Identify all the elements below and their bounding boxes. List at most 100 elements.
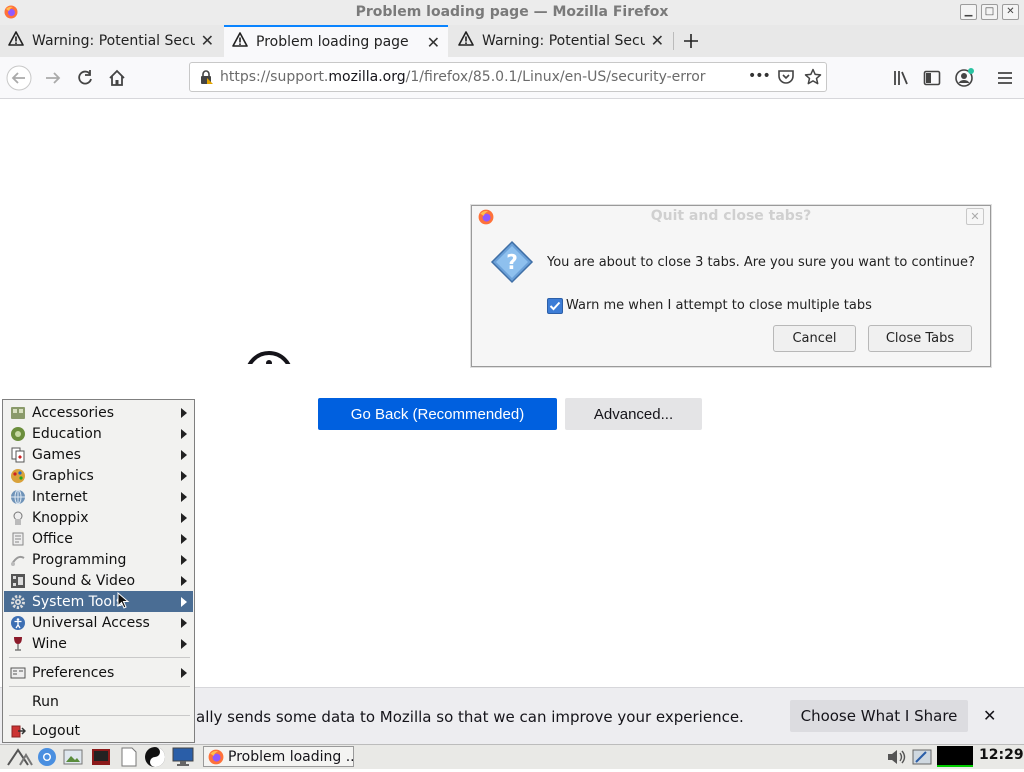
tab-close-icon[interactable]: ✕ bbox=[201, 31, 214, 50]
knoppix-icon bbox=[10, 510, 26, 526]
menu-item-graphics[interactable]: Graphics bbox=[4, 465, 193, 486]
accessibility-icon bbox=[10, 615, 26, 631]
choose-what-i-share-button[interactable]: Choose What I Share bbox=[790, 700, 968, 732]
minimize-button[interactable]: ▁ bbox=[960, 4, 977, 20]
sidebar-button[interactable] bbox=[919, 65, 945, 91]
taskbar: Problem loading ... 12:29 bbox=[0, 744, 1024, 769]
window-titlebar: Problem loading page — Mozilla Firefox ▁… bbox=[0, 0, 1024, 26]
error-illustration bbox=[244, 350, 294, 364]
menu-item-preferences[interactable]: Preferences bbox=[4, 662, 193, 683]
menu-item-universal-access[interactable]: Universal Access bbox=[4, 612, 193, 633]
go-back-button[interactable]: Go Back (Recommended) bbox=[318, 398, 557, 430]
error-info-icon bbox=[247, 351, 291, 364]
app-menu-button[interactable] bbox=[992, 65, 1018, 91]
insecure-lock-icon[interactable] bbox=[198, 69, 214, 89]
window-close-button[interactable]: ✕ bbox=[1002, 4, 1019, 20]
library-button[interactable] bbox=[888, 65, 914, 91]
warning-icon bbox=[458, 30, 474, 51]
start-menu-icon[interactable] bbox=[6, 747, 34, 771]
warn-checkbox-label[interactable]: Warn me when I attempt to close multiple… bbox=[566, 298, 872, 313]
menu-item-wine[interactable]: Wine bbox=[4, 633, 193, 654]
back-button[interactable] bbox=[6, 65, 32, 91]
warn-checkbox[interactable] bbox=[547, 298, 563, 314]
maximize-button[interactable]: □ bbox=[981, 4, 998, 20]
start-menu: Accessories Education Games Graphics Int… bbox=[2, 399, 195, 743]
tab-label: Warning: Potential Security Risk Ahead bbox=[32, 32, 195, 49]
menu-separator bbox=[9, 715, 190, 716]
monitor-launcher-icon[interactable] bbox=[172, 747, 194, 771]
programming-icon bbox=[10, 552, 26, 568]
volume-icon[interactable] bbox=[886, 747, 908, 771]
wine-glass-icon bbox=[10, 636, 26, 652]
notification-text: ally sends some data to Mozilla so that … bbox=[196, 708, 744, 726]
menu-item-office[interactable]: Office bbox=[4, 528, 193, 549]
image-viewer-launcher-icon[interactable] bbox=[63, 747, 83, 771]
url-text: https://support.mozilla.org/1/firefox/85… bbox=[220, 69, 706, 85]
navigation-toolbar: https://support.mozilla.org/1/firefox/85… bbox=[0, 57, 1024, 99]
tab-label: Problem loading page bbox=[256, 34, 409, 50]
page-actions-icon[interactable]: ••• bbox=[748, 68, 771, 84]
url-bar[interactable]: https://support.mozilla.org/1/firefox/85… bbox=[189, 62, 827, 92]
tab-warning-1[interactable]: Warning: Potential Security Risk Ahead ✕ bbox=[0, 25, 222, 56]
menu-item-internet[interactable]: Internet bbox=[4, 486, 193, 507]
close-tabs-button[interactable]: Close Tabs bbox=[868, 325, 972, 352]
office-icon bbox=[10, 531, 26, 547]
reload-button[interactable] bbox=[72, 65, 98, 91]
graphics-icon bbox=[10, 468, 26, 484]
browser-launcher-icon[interactable] bbox=[37, 747, 57, 771]
forward-arrow-icon bbox=[46, 72, 61, 84]
hamburger-menu-icon bbox=[998, 72, 1012, 84]
quit-close-tabs-dialog: Quit and close tabs? ✕ ? You are about t… bbox=[471, 205, 991, 367]
menu-item-accessories[interactable]: Accessories bbox=[4, 402, 193, 423]
menu-item-programming[interactable]: Programming bbox=[4, 549, 193, 570]
menu-item-logout[interactable]: Logout bbox=[4, 720, 193, 741]
menu-item-education[interactable]: Education bbox=[4, 423, 193, 444]
window-title: Problem loading page — Mozilla Firefox bbox=[355, 4, 669, 20]
home-button[interactable] bbox=[104, 65, 130, 91]
taskbar-window-button-firefox[interactable]: Problem loading ... bbox=[203, 746, 354, 767]
dialog-close-button[interactable]: ✕ bbox=[966, 208, 984, 225]
menu-item-system-tools[interactable]: System Tools bbox=[4, 591, 193, 612]
tab-problem-loading[interactable]: Problem loading page ✕ bbox=[224, 25, 448, 57]
warning-icon bbox=[232, 32, 248, 52]
menu-separator bbox=[9, 686, 190, 687]
education-icon bbox=[10, 426, 26, 442]
bookmark-star-icon[interactable] bbox=[804, 68, 822, 90]
menu-item-sound-video[interactable]: Sound & Video bbox=[4, 570, 193, 591]
games-icon bbox=[10, 447, 26, 463]
home-icon bbox=[109, 69, 125, 86]
account-icon bbox=[955, 68, 974, 87]
menu-item-knoppix[interactable]: Knoppix bbox=[4, 507, 193, 528]
new-tab-button[interactable] bbox=[680, 30, 702, 52]
menu-item-games[interactable]: Games bbox=[4, 444, 193, 465]
tab-close-icon[interactable]: ✕ bbox=[427, 33, 440, 52]
tab-label: Warning: Potential Security Risk Ahead bbox=[482, 32, 645, 49]
network-tool-icon[interactable] bbox=[912, 747, 932, 771]
cancel-button[interactable]: Cancel bbox=[773, 325, 856, 352]
sound-video-icon bbox=[10, 573, 26, 589]
tab-strip: Warning: Potential Security Risk Ahead ✕… bbox=[0, 25, 1024, 58]
close-notification-icon[interactable]: ✕ bbox=[983, 706, 996, 725]
text-editor-launcher-icon[interactable] bbox=[119, 747, 139, 771]
svg-text:?: ? bbox=[506, 250, 518, 274]
advanced-button[interactable]: Advanced... bbox=[565, 398, 702, 430]
back-arrow-icon bbox=[6, 65, 32, 91]
menu-item-run[interactable]: Run bbox=[4, 691, 193, 712]
forward-button[interactable] bbox=[40, 65, 66, 91]
preferences-icon bbox=[10, 665, 26, 681]
checkmark-icon bbox=[549, 301, 561, 311]
tab-close-icon[interactable]: ✕ bbox=[651, 31, 664, 50]
dialog-title: Quit and close tabs? bbox=[650, 208, 812, 224]
cpu-monitor bbox=[937, 746, 973, 767]
terminal-launcher-icon[interactable] bbox=[91, 747, 111, 771]
yin-yang-launcher-icon[interactable] bbox=[144, 746, 166, 772]
tab-warning-2[interactable]: Warning: Potential Security Risk Ahead ✕ bbox=[450, 25, 672, 56]
question-icon: ? bbox=[490, 240, 534, 288]
pocket-icon[interactable] bbox=[777, 68, 795, 90]
logout-icon bbox=[10, 723, 26, 739]
firefox-icon bbox=[208, 749, 224, 765]
account-button[interactable] bbox=[951, 65, 977, 91]
mouse-cursor-icon bbox=[117, 591, 131, 614]
plus-icon bbox=[684, 34, 698, 48]
accessories-icon bbox=[10, 405, 26, 421]
